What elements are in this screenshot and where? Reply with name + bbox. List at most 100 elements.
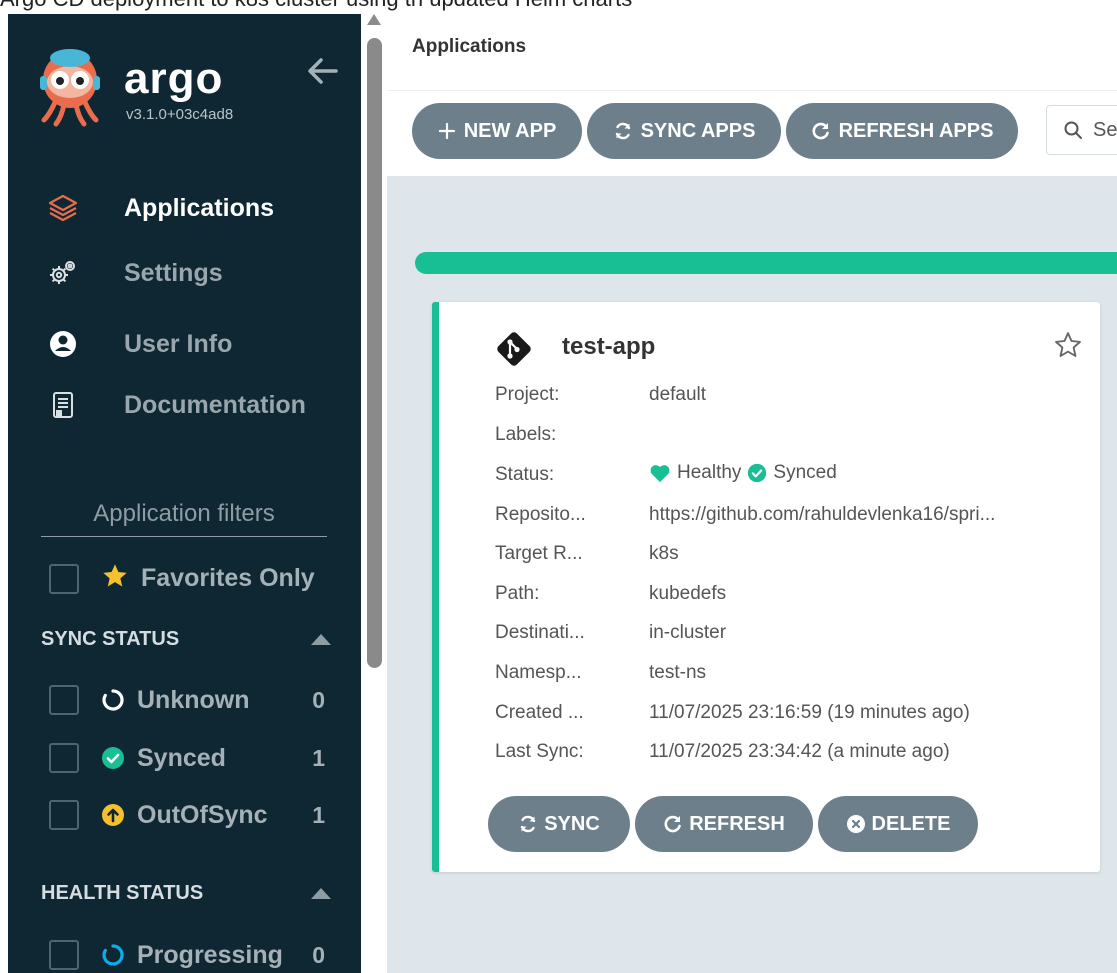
user-circle-icon [48,329,78,359]
path-value: kubedefs [649,583,727,604]
health-status-heading-label: HEALTH STATUS [41,882,204,904]
unknown-label: Unknown [137,685,250,714]
favorites-checkbox[interactable] [49,563,79,594]
argo-mascot-icon [40,49,100,127]
outofsync-label: OutOfSync [137,800,268,829]
collapse-sync-status-caret-icon[interactable] [311,634,331,645]
star-icon [101,562,129,595]
nav-settings-label: Settings [124,258,223,287]
sync-icon [518,814,538,834]
plus-icon [438,122,456,140]
outofsync-checkbox[interactable] [49,800,79,830]
synced-label: Synced [137,743,226,772]
new-app-button[interactable]: NEW APP [412,103,582,159]
refresh-apps-label: REFRESH APPS [838,119,994,142]
synced-count: 1 [312,744,325,771]
filter-sync-outofsync[interactable]: OutOfSync 1 [49,800,325,830]
application-filters-title: Application filters [41,500,327,537]
toolbar: NEW APP SYNC APPS REFRESH APPS Se [387,90,1117,176]
sidebar: argo v3.1.0+03c4ad8 Applications Setting… [8,14,361,973]
sync-status-heading-label: SYNC STATUS [41,628,180,650]
gears-icon [48,258,78,288]
namespace-value: test-ns [649,662,707,683]
refresh-icon [811,121,831,141]
sync-apps-button[interactable]: SYNC APPS [587,103,781,159]
refresh-apps-button[interactable]: REFRESH APPS [786,103,1018,159]
layers-icon [48,193,78,223]
sync-status-heading: SYNC STATUS [41,628,331,651]
outofsync-count: 1 [312,801,325,828]
favorites-only-label: Favorites Only [141,564,315,592]
destination-value: in-cluster [649,622,727,643]
nav-documentation[interactable]: Documentation [48,385,306,425]
nav-user-info[interactable]: User Info [48,324,232,364]
search-placeholder: Se [1093,118,1117,141]
target-revision-field-label: Target R... [495,543,583,564]
sync-label: SYNC [544,812,600,835]
version-label: v3.1.0+03c4ad8 [126,106,234,123]
refresh-icon [663,814,683,834]
nav-settings[interactable]: Settings [48,253,223,293]
unknown-count: 0 [312,686,325,713]
collapse-sidebar-arrow-icon[interactable] [306,54,340,88]
page-header: Applications [387,14,1117,90]
filter-health-progressing[interactable]: Progressing 0 [49,940,325,970]
filter-sync-synced[interactable]: Synced 1 [49,743,325,773]
check-circle-icon [748,463,767,483]
nav-applications-label: Applications [124,193,275,222]
unknown-checkbox[interactable] [49,685,79,715]
nav-documentation-label: Documentation [124,390,306,419]
times-circle-icon [846,814,866,834]
sync-button[interactable]: SYNC [488,796,630,852]
app-name[interactable]: test-app [562,333,655,361]
status-field-label: Status: [495,464,555,485]
refresh-label: REFRESH [689,812,785,835]
target-revision-value: k8s [649,543,679,564]
created-value: 11/07/2025 23:16:59 (19 minutes ago) [649,702,970,723]
sync-apps-label: SYNC APPS [640,119,756,142]
sync-icon [613,121,633,141]
circle-notch-icon [101,943,125,967]
page-title: Applications [412,36,527,57]
sidebar-scrollbar-thumb[interactable] [367,38,382,668]
repository-field-label: Reposito... [495,504,586,525]
search-input[interactable]: Se [1046,105,1117,155]
new-app-label: NEW APP [463,119,557,142]
project-field-label: Project: [495,384,560,405]
book-icon [48,390,78,420]
check-circle-icon [101,746,125,770]
health-status-heading: HEALTH STATUS [41,882,331,905]
refresh-button[interactable]: REFRESH [635,796,813,852]
labels-field-label: Labels: [495,424,557,445]
scroll-up-arrow-icon[interactable] [367,14,381,25]
last-sync-field-label: Last Sync: [495,741,584,762]
synced-checkbox[interactable] [49,743,79,773]
nav-applications[interactable]: Applications [48,188,274,228]
logo-text: argo [124,54,224,103]
window-caption: Argo CD deployment to k8s cluster using … [0,0,632,12]
progressing-checkbox[interactable] [49,940,79,970]
app-card[interactable]: test-app Project: default Labels: Status… [432,302,1100,872]
delete-button[interactable]: DELETE [818,796,978,852]
search-icon [1064,121,1082,139]
favorites-only-filter[interactable]: Favorites Only [49,562,315,595]
namespace-field-label: Namesp... [495,662,582,683]
arrow-up-circle-icon [101,803,125,827]
favorite-star-icon[interactable] [1053,330,1083,360]
health-status-text: Healthy [677,462,742,483]
argo-cd-window: Argo CD deployment to k8s cluster using … [0,0,1117,973]
heart-icon [650,465,670,483]
filter-sync-unknown[interactable]: Unknown 0 [49,685,325,715]
progressing-label: Progressing [137,940,283,969]
status-value: Healthy Synced [649,462,837,484]
created-field-label: Created ... [495,702,584,723]
git-icon [497,332,531,366]
sync-status-text: Synced [773,462,837,483]
delete-label: DELETE [871,812,951,835]
nav-user-info-label: User Info [124,329,233,358]
destination-field-label: Destinati... [495,622,585,643]
repository-value: https://github.com/rahuldevlenka16/spri.… [649,504,996,525]
circle-notch-icon [101,688,125,712]
last-sync-value: 11/07/2025 23:34:42 (a minute ago) [649,741,950,762]
collapse-health-status-caret-icon[interactable] [311,888,331,899]
